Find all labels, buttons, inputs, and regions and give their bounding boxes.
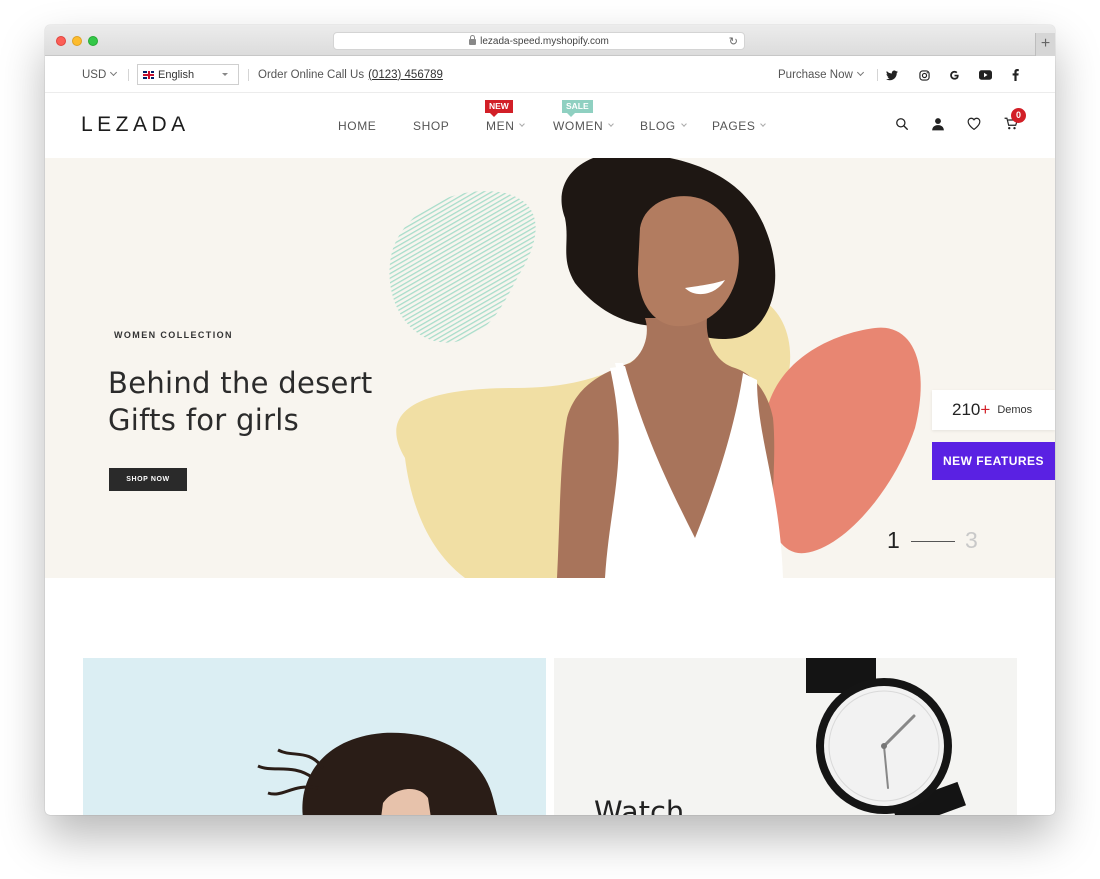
divider [248,69,249,81]
nav-blog-label: BLOG [640,119,676,133]
slide-progress-line [911,541,955,542]
sale-badge: SALE [562,100,593,117]
divider [877,69,878,81]
maximize-window-button[interactable] [88,36,98,46]
divider [128,69,129,81]
nav-blog[interactable]: BLOG [640,119,687,133]
google-icon[interactable] [947,68,961,82]
nav-pages[interactable]: PAGES [712,119,767,133]
uk-flag-icon [143,70,154,79]
new-tab-button[interactable]: + [1035,33,1055,56]
nav-pages-label: PAGES [712,119,756,133]
nav-shop-label: SHOP [413,119,450,133]
phone-link[interactable]: (0123) 456789 [368,69,443,81]
chevron-down-icon [680,121,687,127]
watch-image [806,658,966,815]
nav-home[interactable]: HOME [338,119,376,133]
minimize-window-button[interactable] [72,36,82,46]
chevron-down-icon [608,121,615,127]
order-info: Order Online Call Us (0123) 456789 [258,56,443,93]
nav-women-label: WOMEN [553,119,604,133]
new-badge: NEW [485,100,513,117]
address-bar[interactable]: lezada-speed.myshopify.com ↻ [333,32,745,50]
youtube-icon[interactable] [978,68,992,82]
purchase-now-label: Purchase Now [778,68,853,81]
demos-label: Demos [997,404,1033,416]
chevron-down-icon [110,68,118,77]
site-header: LEZADA NEW SALE HOME SHOP MEN WOMEN BLOG… [45,93,1055,158]
order-text: Order Online Call Us [258,68,365,81]
language-label: English [158,68,195,81]
account-icon[interactable] [931,117,947,133]
promo-banner-watch[interactable]: Watch [554,658,1017,815]
watch-banner-title: Watch [594,795,685,815]
chevron-down-icon [760,121,767,127]
currency-label: USD [82,68,107,81]
hero-kicker: WOMEN COLLECTION [114,330,233,340]
site-logo[interactable]: LEZADA [81,113,190,137]
reload-icon[interactable]: ↻ [729,35,738,48]
hero-slider: WOMEN COLLECTION Behind the desert Gifts… [45,158,1055,578]
cart-count-badge: 0 [1011,108,1026,123]
demos-counter[interactable]: 210+ Demos [932,390,1055,430]
nav-home-label: HOME [338,119,377,133]
browser-window: lezada-speed.myshopify.com ↻ + USD Engli… [45,25,1055,815]
nav-men-label: MEN [486,119,515,133]
hero-title-line-2: Gifts for girls [108,403,300,437]
shop-now-button[interactable]: SHOP NOW [109,468,187,491]
hero-title-line-1: Behind the desert [108,366,373,400]
chevron-down-icon [519,121,526,127]
slide-current[interactable]: 1 [887,527,900,554]
nav-shop[interactable]: SHOP [413,119,449,133]
search-icon[interactable] [895,117,911,133]
top-bar: USD English Order Online Call Us (0123) … [45,56,1055,93]
nav-women[interactable]: WOMEN [553,119,615,133]
nav-men[interactable]: MEN [486,119,526,133]
purchase-now-menu[interactable]: Purchase Now [778,56,864,93]
browser-toolbar: lezada-speed.myshopify.com ↻ + [45,25,1055,56]
twitter-icon[interactable] [885,68,899,82]
slide-total[interactable]: 3 [965,527,978,554]
chevron-down-icon [856,68,864,77]
close-window-button[interactable] [56,36,66,46]
url-text: lezada-speed.myshopify.com [480,35,609,47]
hero-title: Behind the desert Gifts for girls [108,365,373,439]
facebook-icon[interactable] [1008,68,1022,82]
dropdown-arrow-icon [222,73,228,76]
instagram-icon[interactable] [917,68,931,82]
lock-icon [469,35,477,45]
promo-banner-left[interactable] [83,658,546,815]
wishlist-heart-icon[interactable] [967,117,983,133]
language-selector[interactable]: English [137,64,239,85]
woman-hair-image [257,732,498,815]
demos-number: 210+ [952,400,991,419]
new-features-button[interactable]: NEW FEATURES [932,442,1055,480]
currency-selector[interactable]: USD [82,56,118,93]
